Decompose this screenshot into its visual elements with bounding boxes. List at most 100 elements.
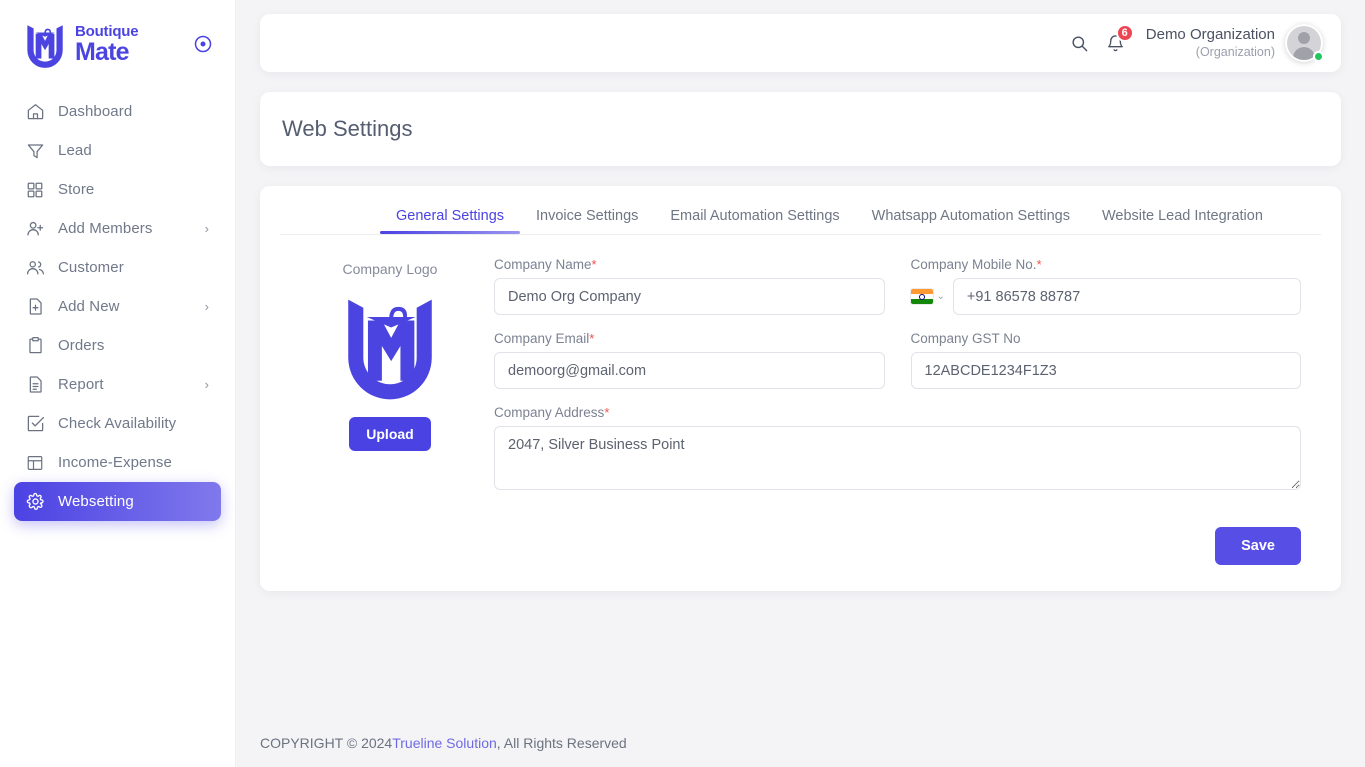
footer-prefix: COPYRIGHT © 2024 <box>260 735 393 751</box>
upload-logo-button[interactable]: Upload <box>349 417 431 451</box>
avatar[interactable] <box>1285 24 1324 62</box>
tab-label: General Settings <box>396 208 505 224</box>
footer: COPYRIGHT © 2024 Trueline Solution , All… <box>260 719 627 767</box>
tab-label: Invoice Settings <box>536 208 639 224</box>
chevron-right-icon: › <box>204 299 209 314</box>
form-row-1: Company Name* Company Mobile No.* <box>494 257 1301 331</box>
footer-company-link[interactable]: Trueline Solution <box>392 735 497 751</box>
notification-badge: 6 <box>1115 24 1134 42</box>
sidebar-item-store[interactable]: Store <box>14 170 221 209</box>
gear-icon <box>24 491 46 513</box>
save-button[interactable]: Save <box>1215 527 1301 565</box>
sidebar-item-dashboard[interactable]: Dashboard <box>14 92 221 131</box>
sidebar-item-add-members[interactable]: Add Members › <box>14 209 221 248</box>
tab-label: Website Lead Integration <box>1101 208 1263 224</box>
brand-line-1: Boutique <box>75 22 139 40</box>
sidebar-item-lead[interactable]: Lead <box>14 131 221 170</box>
company-name-input[interactable] <box>494 278 885 315</box>
circle-target-icon[interactable] <box>193 34 213 54</box>
sidebar-item-label: Store <box>58 181 95 198</box>
header-actions: 6 Demo Organization (Organization) <box>1062 24 1324 62</box>
search-icon[interactable] <box>1062 25 1098 61</box>
form-row-3: Company Address* 2047, Silver Business P… <box>494 405 1301 511</box>
app-root: Boutique Mate Dashboard Lead Store Add M… <box>0 0 1365 767</box>
status-online-dot <box>1313 51 1324 62</box>
grid-icon <box>24 179 46 201</box>
general-settings-form: Company Logo Upload Company Name* Demo O… <box>280 235 1321 511</box>
country-code-select[interactable]: ⌄ <box>910 289 945 304</box>
required-asterisk: * <box>604 405 610 420</box>
sidebar-item-income-expense[interactable]: Income-Expense <box>14 443 221 482</box>
sidebar-item-label: Dashboard <box>58 103 133 120</box>
brand-text: Boutique Mate <box>75 22 139 66</box>
top-header-bar: 6 Demo Organization (Organization) <box>260 14 1341 72</box>
tab-website-lead-integration[interactable]: Website Lead Integration <box>1086 208 1279 234</box>
settings-tabs: General Settings Invoice Settings Email … <box>380 186 1321 234</box>
lm-hanger-monogram-icon <box>27 25 63 68</box>
india-flag-icon <box>910 289 933 304</box>
sidebar-item-label: Add Members <box>58 220 153 237</box>
company-email-label: Company Email* <box>494 331 595 346</box>
sidebar-item-label: Websetting <box>58 493 134 510</box>
layout-icon <box>24 452 46 474</box>
sidebar-nav: Dashboard Lead Store Add Members › Custo… <box>0 88 235 521</box>
brand-logo[interactable]: Boutique Mate <box>18 18 139 70</box>
company-address-textarea[interactable]: 2047, Silver Business Point <box>494 426 1301 490</box>
required-asterisk: * <box>589 331 595 346</box>
user-plus-icon <box>24 218 46 240</box>
sidebar-item-check-availability[interactable]: Check Availability <box>14 404 221 443</box>
page-title-card: Web Settings <box>260 92 1341 166</box>
company-mobile-label: Company Mobile No.* <box>910 257 1042 272</box>
required-asterisk: * <box>591 257 597 272</box>
sidebar-item-label: Customer <box>58 259 124 276</box>
sidebar-item-add-new[interactable]: Add New › <box>14 287 221 326</box>
check-square-icon <box>24 413 46 435</box>
company-logo-image <box>348 299 432 400</box>
main-content: 6 Demo Organization (Organization) Web S… <box>236 0 1365 767</box>
required-asterisk: * <box>1036 257 1042 272</box>
sidebar-item-report[interactable]: Report › <box>14 365 221 404</box>
company-name-label: Company Name* <box>494 257 597 272</box>
company-gst-input[interactable] <box>910 352 1301 389</box>
sidebar-item-label: Add New <box>58 298 120 315</box>
field-company-gst: Company GST No <box>910 331 1301 389</box>
sidebar: Boutique Mate Dashboard Lead Store Add M… <box>0 0 236 767</box>
chevron-right-icon: › <box>204 221 209 236</box>
page-title: Web Settings <box>282 116 413 141</box>
users-icon <box>24 257 46 279</box>
tab-email-automation-settings[interactable]: Email Automation Settings <box>654 208 855 234</box>
sidebar-item-label: Report <box>58 376 104 393</box>
company-email-input[interactable] <box>494 352 885 389</box>
sidebar-item-websetting[interactable]: Websetting <box>14 482 221 521</box>
company-logo-section: Company Logo Upload <box>300 257 480 511</box>
organization-info[interactable]: Demo Organization (Organization) <box>1146 26 1275 60</box>
organization-role: (Organization) <box>1195 44 1275 59</box>
chevron-down-icon: ⌄ <box>936 291 945 302</box>
funnel-icon <box>24 140 46 162</box>
sidebar-item-customer[interactable]: Customer <box>14 248 221 287</box>
phone-input-group: ⌄ <box>910 278 1301 315</box>
chevron-right-icon: › <box>204 377 209 392</box>
tab-invoice-settings[interactable]: Invoice Settings <box>520 208 654 234</box>
document-icon <box>24 374 46 396</box>
field-company-name: Company Name* <box>494 257 885 315</box>
field-company-email: Company Email* <box>494 331 885 389</box>
form-actions: Save <box>280 511 1321 565</box>
organization-name: Demo Organization <box>1145 25 1275 43</box>
sidebar-item-label: Orders <box>58 337 105 354</box>
sidebar-item-orders[interactable]: Orders <box>14 326 221 365</box>
sidebar-item-label: Income-Expense <box>58 454 172 471</box>
clipboard-icon <box>24 335 46 357</box>
sidebar-item-label: Lead <box>58 142 92 159</box>
settings-card: General Settings Invoice Settings Email … <box>260 186 1341 591</box>
company-mobile-input[interactable] <box>952 278 1301 315</box>
tab-general-settings[interactable]: General Settings <box>380 208 521 234</box>
tab-label: Email Automation Settings <box>670 208 840 224</box>
tab-whatsapp-automation-settings[interactable]: Whatsapp Automation Settings <box>856 208 1086 234</box>
field-company-address: Company Address* 2047, Silver Business P… <box>494 405 1301 495</box>
notification-bell-button[interactable]: 6 <box>1098 24 1134 61</box>
tab-label: Whatsapp Automation Settings <box>871 208 1070 224</box>
brand-line-2: Mate <box>75 37 130 66</box>
footer-suffix: , All Rights Reserved <box>496 735 627 751</box>
company-logo-label: Company Logo <box>342 261 438 277</box>
